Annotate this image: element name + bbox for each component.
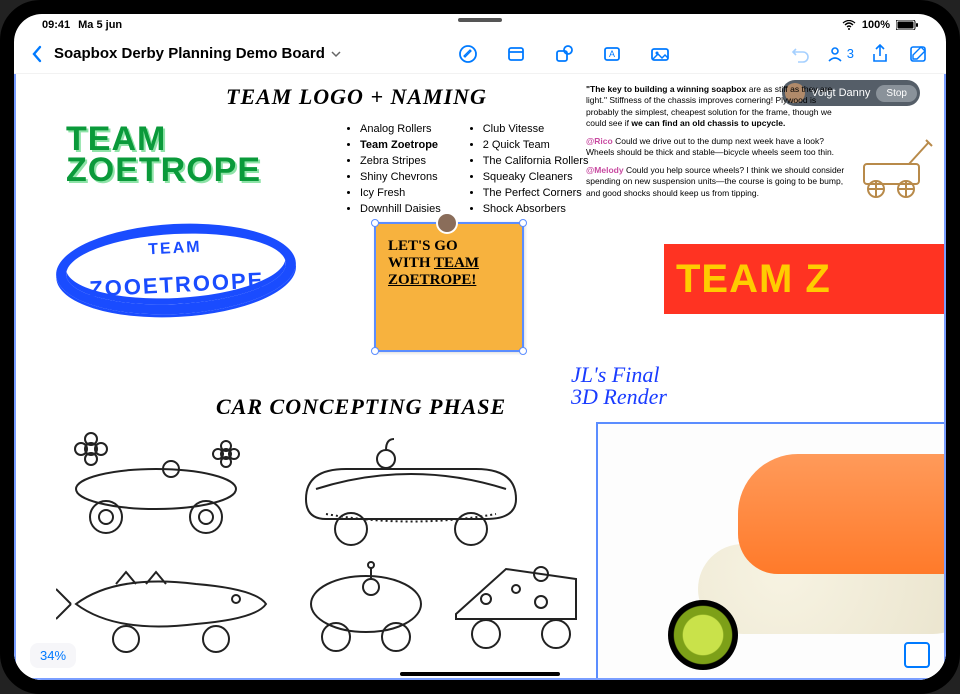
collaborator-cursor-avatar — [436, 212, 458, 234]
document-title-text: Soapbox Derby Planning Demo Board — [54, 45, 325, 62]
list-item: Analog Rollers — [360, 122, 441, 138]
banner-text: TEAM Z — [676, 257, 831, 302]
render-annotation[interactable]: JL's Final 3D Render — [571, 364, 667, 408]
sticky-note-selected[interactable]: LET'S GO WITH TEAM ZOETROPE! — [374, 222, 524, 352]
sketch-bean-car[interactable] — [296, 559, 436, 654]
list-item: Downhill Daisies — [360, 202, 441, 218]
undo-icon[interactable] — [788, 42, 812, 66]
resize-handle[interactable] — [371, 219, 379, 227]
team-z-banner[interactable]: TEAM Z — [664, 244, 946, 314]
svg-text:A: A — [609, 49, 615, 59]
mention-melody[interactable]: @Melody — [586, 165, 624, 175]
follow-stop-button[interactable]: Stop — [876, 85, 917, 102]
sticky-line: TEAM — [434, 255, 479, 271]
sketch-area — [56, 429, 576, 659]
list-item: 2 Quick Team — [483, 138, 589, 154]
freeform-canvas[interactable]: Volgt Danny Stop TEAM LOGO + NAMING TEAM… — [14, 74, 946, 680]
camera-pill — [458, 18, 502, 22]
sketch-flower-car[interactable] — [56, 429, 256, 539]
zoom-level-button[interactable]: 34% — [30, 643, 76, 668]
resize-handle[interactable] — [371, 347, 379, 355]
ring-line1: TEAM — [148, 239, 202, 260]
resize-handle[interactable] — [519, 219, 527, 227]
research-text-block[interactable]: "The key to building a winning soapbox a… — [586, 84, 846, 205]
text-tool-icon[interactable]: A — [600, 42, 624, 66]
list-item: Club Vitesse — [483, 122, 589, 138]
share-icon[interactable] — [868, 42, 892, 66]
sketch-cheese-car[interactable] — [446, 554, 596, 654]
app-toolbar: Soapbox Derby Planning Demo Board A — [14, 34, 946, 74]
render-note-line1: JL's Final — [571, 364, 667, 386]
collaborators-button[interactable]: 3 — [826, 45, 854, 63]
quote-bold-start: "The key to building a winning soapbox — [586, 84, 746, 94]
sketch-sushi-car[interactable] — [286, 429, 536, 549]
status-date: Ma 5 jun — [78, 19, 122, 31]
wifi-icon — [842, 20, 856, 30]
name-options-list: Analog Rollers Team Zoetrope Zebra Strip… — [346, 122, 588, 218]
render-salmon — [738, 454, 946, 574]
battery-icon — [896, 20, 918, 30]
chevron-down-icon — [331, 50, 341, 58]
sticky-line: ZOETROPE! — [388, 272, 510, 289]
home-indicator[interactable] — [400, 672, 560, 676]
pen-tool-icon[interactable] — [456, 42, 480, 66]
media-tool-icon[interactable] — [648, 42, 672, 66]
render-wheel — [668, 600, 738, 670]
list-item: Shiny Chevrons — [360, 170, 441, 186]
sticky-line: LET'S GO — [388, 238, 510, 255]
compose-icon[interactable] — [906, 42, 930, 66]
quote-melody-text: Could you help source wheels? I think we… — [586, 165, 844, 198]
render-frame[interactable] — [596, 422, 946, 680]
status-time: 09:41 — [42, 19, 70, 31]
resize-handle[interactable] — [519, 347, 527, 355]
list-item: The California Rollers — [483, 154, 589, 170]
mention-rico[interactable]: @Rico — [586, 136, 613, 146]
battery-text: 100% — [862, 19, 890, 31]
list-item: The Perfect Corners — [483, 186, 589, 202]
shape-tool-icon[interactable] — [552, 42, 576, 66]
sketch-fish-car[interactable] — [56, 554, 276, 654]
quote-bold-end: we can find an old chassis to upcycle. — [631, 118, 785, 128]
list-item: Zebra Stripes — [360, 154, 441, 170]
list-item: Squeaky Cleaners — [483, 170, 589, 186]
list-item: Team Zoetrope — [360, 138, 441, 154]
back-button[interactable] — [30, 44, 44, 64]
ring-line2: ZOOETROOPE — [89, 267, 265, 302]
render-note-line2: 3D Render — [571, 386, 667, 408]
list-item: Icy Fresh — [360, 186, 441, 202]
document-title[interactable]: Soapbox Derby Planning Demo Board — [54, 45, 341, 62]
logo-green-line2: ZOETROPE — [66, 155, 276, 186]
sticky-note-tool-icon[interactable] — [504, 42, 528, 66]
heading-logo-naming: TEAM LOGO + NAMING — [226, 84, 487, 110]
logo-green-line1: TEAM — [66, 124, 276, 155]
minimap-button[interactable] — [904, 642, 930, 668]
heading-concepting: CAR CONCEPTING PHASE — [216, 394, 506, 420]
sticky-line: WITH — [388, 255, 431, 271]
team-logo-green[interactable]: TEAM ZOETROPE — [66, 124, 276, 185]
collaborator-count: 3 — [847, 46, 854, 61]
wagon-sketch[interactable] — [854, 134, 934, 204]
status-bar: 09:41 Ma 5 jun 100% — [14, 14, 946, 34]
list-item: Shock Absorbers — [483, 202, 589, 218]
quote-rico-text: Could we drive out to the dump next week… — [586, 136, 834, 157]
team-logo-ring[interactable]: TEAM ZOOETROOPE — [54, 218, 298, 320]
